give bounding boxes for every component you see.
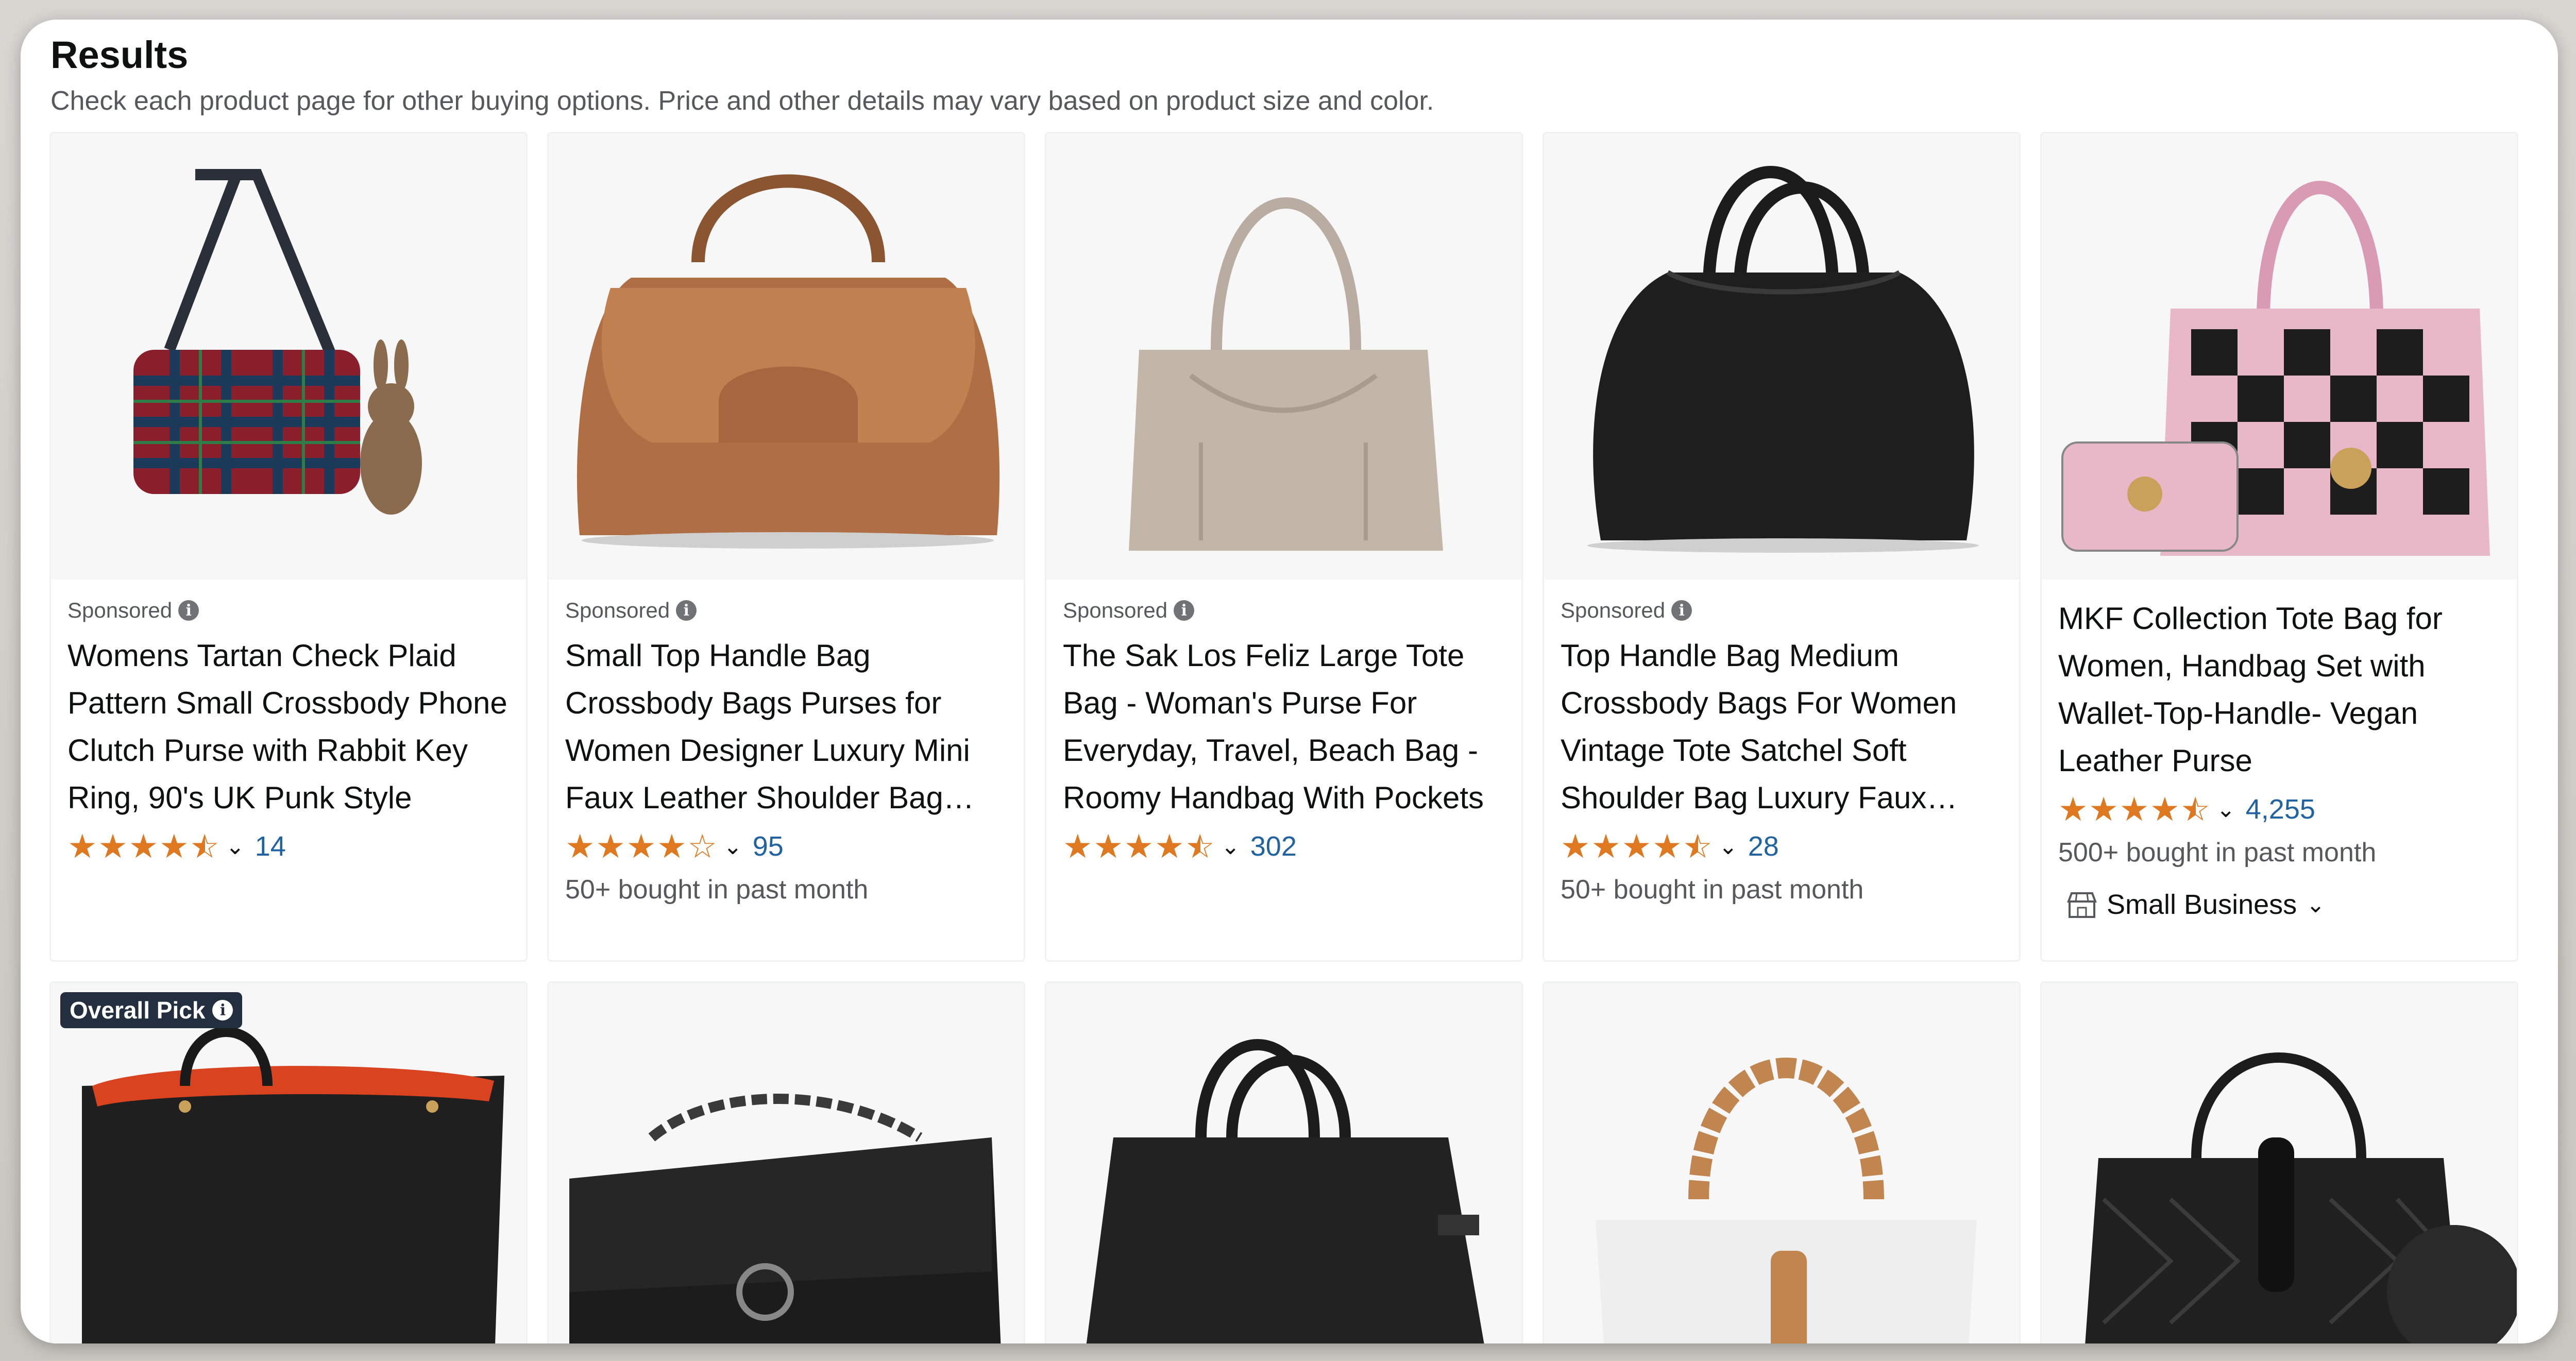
star-rating: ★★★★★ ☆☆☆☆☆ ★★★★★ — [1063, 828, 1216, 865]
small-business-label: Small Business — [2107, 889, 2297, 920]
product-card[interactable]: MKF Collection Tote Bag for Women, Handb… — [2040, 132, 2518, 962]
suede-tote-bag-icon — [1129, 197, 1443, 551]
product-title[interactable]: Top Handle Bag Medium Crossbody Bags For… — [1561, 632, 2003, 822]
black-leather-tote-icon — [82, 1027, 504, 1343]
black-chain-shoulder-bag-icon — [569, 1094, 1001, 1343]
info-icon[interactable]: i — [1671, 600, 1692, 621]
product-title[interactable]: MKF Collection Tote Bag for Women, Handb… — [2058, 595, 2500, 785]
sponsored-label[interactable]: Sponsored i — [1063, 595, 1505, 626]
brown-top-handle-bag-icon — [577, 174, 1000, 549]
product-image[interactable] — [2042, 133, 2517, 580]
star-rating: ★★★★★ ☆☆☆☆☆ ★★★★★ — [2058, 791, 2211, 828]
info-icon[interactable]: i — [212, 1000, 233, 1020]
bought-count: 50+ bought in past month — [1561, 875, 1864, 905]
overall-pick-badge[interactable]: Overall Pick i — [60, 992, 243, 1028]
chevron-down-icon[interactable]: ⌄ — [1221, 833, 1240, 860]
product-card[interactable]: Sponsored i Small Top Handle Bag Crossbo… — [547, 132, 1025, 962]
product-card[interactable] — [2040, 981, 2518, 1343]
product-image[interactable] — [2042, 983, 2517, 1343]
product-grid: Sponsored i Womens Tartan Check Plaid Pa… — [49, 132, 2528, 1343]
info-icon[interactable]: i — [178, 600, 199, 621]
rating-count[interactable]: 4,255 — [2246, 793, 2315, 825]
product-title[interactable]: The Sak Los Feliz Large Tote Bag - Woman… — [1063, 632, 1505, 822]
product-image[interactable] — [549, 133, 1024, 580]
star-rating: ★★★★★ ☆☆☆☆☆ ★★★★★ — [1561, 828, 1714, 865]
chevron-down-icon[interactable]: ⌄ — [723, 833, 742, 860]
sponsored-label[interactable]: Sponsored i — [67, 595, 510, 626]
rating-count[interactable]: 302 — [1250, 830, 1297, 862]
chevron-down-icon[interactable]: ⌄ — [1719, 833, 1738, 860]
results-panel: Results Check each product page for othe… — [21, 20, 2558, 1343]
sponsored-label[interactable]: Sponsored i — [565, 595, 1007, 626]
pink-checkered-tote-icon — [2061, 181, 2490, 556]
bought-count: 50+ bought in past month — [565, 875, 869, 905]
product-card[interactable]: Overall Pick i — [49, 981, 528, 1343]
chevron-down-icon[interactable]: ⌄ — [2216, 796, 2235, 823]
black-quilted-bag-icon — [2085, 1052, 2517, 1343]
product-rating[interactable]: ★★★★★ ☆☆☆☆☆ ★★★★★ ⌄ 95 — [565, 826, 1007, 867]
product-card[interactable] — [1045, 981, 1523, 1343]
star-rating: ★★★★★ ☆☆☆☆☆ ★★★★★ — [565, 828, 718, 865]
results-subheading: Check each product page for other buying… — [50, 86, 1434, 116]
small-business-filter[interactable]: Small Business ⌄ — [2058, 889, 2500, 921]
rating-count[interactable]: 95 — [753, 830, 784, 862]
product-title[interactable]: Womens Tartan Check Plaid Pattern Small … — [67, 632, 510, 822]
rating-count[interactable]: 14 — [255, 830, 286, 862]
plaid-crossbody-bag-icon — [133, 169, 422, 515]
product-card[interactable] — [547, 981, 1025, 1343]
product-card[interactable]: Sponsored i Womens Tartan Check Plaid Pa… — [49, 132, 528, 962]
product-rating[interactable]: ★★★★★ ☆☆☆☆☆ ★★★★★ ⌄ 14 — [67, 826, 510, 867]
black-satchel-bag-icon — [1587, 166, 1979, 553]
info-icon[interactable]: i — [676, 600, 697, 621]
sponsored-label[interactable]: Sponsored i — [1561, 595, 2003, 626]
star-rating: ★★★★★ ☆☆☆☆☆ ★★★★★ — [67, 828, 221, 865]
product-card[interactable]: Sponsored i Top Handle Bag Medium Crossb… — [1543, 132, 2021, 962]
black-structured-tote-icon — [1086, 1039, 1484, 1343]
rating-count[interactable]: 28 — [1748, 830, 1779, 862]
white-braided-handle-bag-icon — [1596, 1058, 1977, 1343]
product-rating[interactable]: ★★★★★ ☆☆☆☆☆ ★★★★★ ⌄ 4,255 — [2058, 789, 2500, 830]
chevron-down-icon[interactable]: ⌄ — [226, 833, 245, 860]
product-image[interactable] — [51, 983, 526, 1343]
product-image[interactable] — [1544, 133, 2019, 580]
results-heading: Results — [50, 33, 189, 76]
product-card[interactable] — [1543, 981, 2021, 1343]
bought-count: 500+ bought in past month — [2058, 838, 2377, 867]
product-title[interactable]: Small Top Handle Bag Crossbody Bags Purs… — [565, 632, 1007, 822]
product-image[interactable] — [1046, 983, 1521, 1343]
chevron-down-icon[interactable]: ⌄ — [2306, 892, 2325, 918]
product-rating[interactable]: ★★★★★ ☆☆☆☆☆ ★★★★★ ⌄ 302 — [1063, 826, 1505, 867]
product-image[interactable] — [51, 133, 526, 580]
product-rating[interactable]: ★★★★★ ☆☆☆☆☆ ★★★★★ ⌄ 28 — [1561, 826, 2003, 867]
info-icon[interactable]: i — [1174, 600, 1195, 621]
product-image[interactable] — [1046, 133, 1521, 580]
store-icon — [2067, 892, 2097, 918]
product-image[interactable] — [1544, 983, 2019, 1343]
product-card[interactable]: Sponsored i The Sak Los Feliz Large Tote… — [1045, 132, 1523, 962]
product-image[interactable] — [549, 983, 1024, 1343]
